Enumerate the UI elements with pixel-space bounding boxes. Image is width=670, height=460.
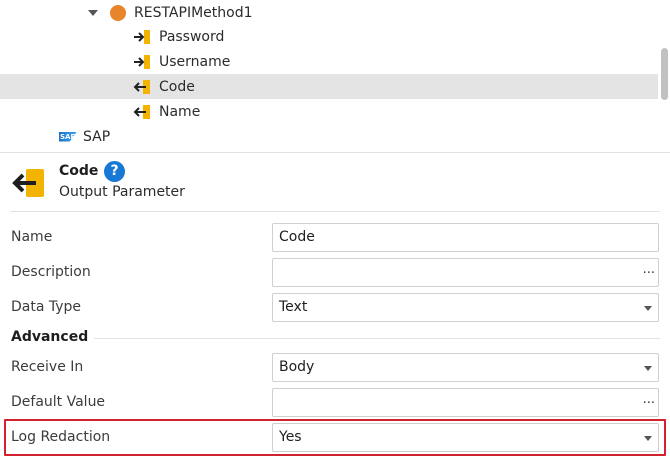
data-type-value: Text: [279, 299, 308, 315]
input-parameter-icon: [134, 29, 150, 44]
receive-in-label: Receive In: [11, 359, 84, 375]
advanced-section-title: Advanced: [11, 329, 89, 345]
input-parameter-icon: [134, 54, 150, 69]
tree-item-name[interactable]: Name: [0, 99, 658, 124]
tree-item-code[interactable]: Code: [0, 74, 658, 99]
header-divider: [10, 211, 660, 212]
data-type-dropdown[interactable]: Text: [272, 293, 659, 322]
log-redaction-highlight: [4, 419, 666, 456]
description-field[interactable]: ...: [272, 258, 659, 287]
ellipsis-button[interactable]: ...: [643, 386, 655, 413]
description-label: Description: [11, 264, 91, 280]
name-label: Name: [11, 229, 53, 245]
page-subtitle: Output Parameter: [59, 184, 185, 200]
help-icon[interactable]: ?: [104, 161, 125, 182]
tree-item-label: Name: [159, 103, 201, 120]
output-parameter-large-icon: [12, 169, 44, 197]
tree-item-password[interactable]: Password: [0, 24, 658, 49]
tree-item-label: Code: [159, 78, 195, 95]
rest-method-icon: [110, 4, 126, 21]
output-parameter-icon: [133, 104, 150, 119]
chevron-down-icon[interactable]: [644, 306, 652, 311]
tree-item-label: SAP: [83, 128, 111, 145]
ellipsis-button[interactable]: ...: [643, 256, 655, 283]
name-field[interactable]: Code: [272, 223, 659, 252]
sap-logo-icon: SAP: [59, 131, 77, 142]
tree-item-label: Username: [159, 53, 231, 70]
output-parameter-icon: [133, 79, 150, 94]
tree-item-username[interactable]: Username: [0, 49, 658, 74]
name-value: Code: [279, 229, 315, 245]
element-tree: RESTAPIMethod1 Password Username Code Na…: [0, 0, 670, 153]
page-title: Code: [59, 163, 99, 179]
tree-item-label: RESTAPIMethod1: [134, 4, 253, 21]
tree-item-sap[interactable]: SAP SAP: [0, 124, 658, 149]
receive-in-value: Body: [279, 359, 315, 375]
advanced-divider: [94, 338, 660, 339]
tree-scrollbar[interactable]: [661, 48, 668, 100]
default-value-field[interactable]: ...: [272, 388, 659, 417]
tree-item-restapimethod1[interactable]: RESTAPIMethod1: [0, 0, 658, 25]
receive-in-dropdown[interactable]: Body: [272, 353, 659, 382]
tree-item-label: Password: [159, 28, 225, 45]
chevron-down-icon[interactable]: [644, 366, 652, 371]
default-value-label: Default Value: [11, 394, 106, 410]
data-type-label: Data Type: [11, 299, 82, 315]
expand-arrow-icon[interactable]: [88, 9, 98, 16]
